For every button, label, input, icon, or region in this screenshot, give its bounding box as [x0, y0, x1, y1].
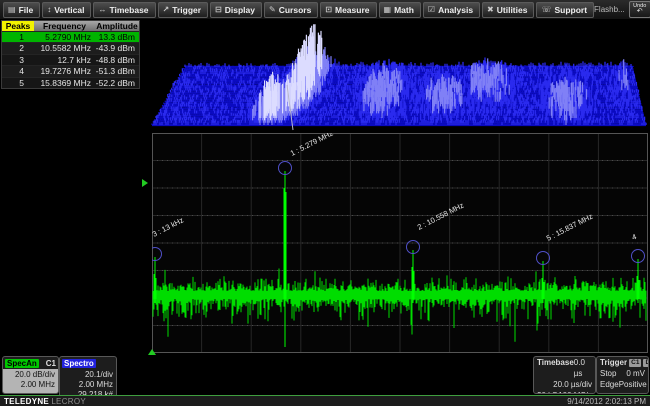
trace-level-marker[interactable]	[142, 179, 148, 187]
menu-label: File	[19, 5, 34, 15]
flashback-label: Flashb...	[594, 5, 625, 14]
menu-label: Analysis	[438, 5, 473, 15]
peak-cell: -51.3 dBm	[95, 66, 139, 76]
trigger-slope: Positive	[619, 379, 647, 390]
status-bar: TELEDYNE LECROY 9/14/2012 2:02:13 PM	[0, 395, 650, 406]
peak-row-2[interactable]: 210.5582 MHz-43.9 dBm	[2, 42, 139, 53]
amplitude-header-cell: Amplitude	[95, 21, 139, 31]
peak-cell: -48.8 dBm	[95, 55, 139, 65]
trigger-type: Edge	[600, 379, 619, 390]
menu-label: Timebase	[109, 5, 148, 15]
peaks-table-header: Peaks Frequency Amplitude	[2, 21, 139, 31]
support-icon: ☏	[541, 5, 551, 14]
peak-row-3[interactable]: 312.7 kHz-48.8 dBm	[2, 54, 139, 65]
peak-cell: 10.5582 MHz	[34, 43, 95, 53]
cursors-icon: ✎	[269, 5, 276, 14]
undo-button[interactable]: Undo ↶	[629, 1, 650, 18]
spectro-scale: 20.1/div	[63, 370, 113, 380]
trigger-source-badge: C1	[629, 359, 641, 367]
menu-timebase[interactable]: ↔Timebase	[93, 2, 155, 18]
spectro-span: 2.00 MHz	[63, 380, 113, 390]
peak-cell: 5	[2, 78, 34, 88]
menu-support[interactable]: ☏Support	[536, 2, 594, 18]
peak-cell: 3	[2, 55, 34, 65]
menu-label: Display	[225, 5, 255, 15]
trigger-mode: Stop	[600, 368, 616, 379]
trigger-box[interactable]: Trigger C1DC Stop 0 mV Edge Positive	[596, 356, 649, 394]
menu-label: Vertical	[54, 5, 84, 15]
menu-bar: ▤File↕Vertical↔Timebase↗Trigger⊟Display✎…	[0, 0, 650, 19]
undo-arrow-icon: ↶	[637, 8, 643, 15]
timebase-samples: 20 kS	[537, 390, 557, 394]
analysis-icon: ☑	[428, 5, 435, 14]
peak-cell: 2	[2, 43, 34, 53]
math-icon: ▦	[384, 5, 392, 14]
menu-right: Flashb... Undo ↶	[594, 1, 650, 18]
specan-label: SpecAn	[5, 359, 39, 368]
menu-math[interactable]: ▦Math	[379, 2, 421, 18]
frequency-header-cell: Frequency	[34, 21, 95, 31]
spectrogram-3d-view[interactable]	[150, 19, 650, 131]
menu-label: Measure	[335, 5, 370, 15]
timebase-icon: ↔	[98, 5, 106, 14]
menu-label: Trigger	[172, 5, 201, 15]
trigger-source-badge: DC	[643, 359, 649, 367]
peak-cell: -52.2 dBm	[95, 78, 139, 88]
timebase-offset: 0.0 µs	[574, 357, 592, 379]
peaks-rows: 15.2790 MHz13.3 dBm210.5582 MHz-43.9 dBm…	[2, 31, 139, 88]
peak-cell: 15.8369 MHz	[34, 78, 95, 88]
trigger-icon: ↗	[163, 5, 170, 14]
menu-label: Math	[394, 5, 414, 15]
specan-channel: C1	[46, 359, 56, 368]
menu-trigger[interactable]: ↗Trigger	[158, 2, 209, 18]
menu-vertical[interactable]: ↕Vertical	[42, 2, 91, 18]
specan-scale: 20.0 dB/div	[6, 370, 55, 380]
peak-cell: 12.7 kHz	[34, 55, 95, 65]
display-icon: ⊟	[215, 5, 222, 14]
timebase-rate: 100 MS/s	[558, 390, 592, 394]
menu-utilities[interactable]: ✖Utilities	[482, 2, 534, 18]
timebase-box[interactable]: Timebase 0.0 µs 20.0 µs/div 20 kS 100 MS…	[533, 356, 596, 394]
peak-cell: 4	[2, 66, 34, 76]
peak-row-5[interactable]: 515.8369 MHz-52.2 dBm	[2, 77, 139, 88]
utilities-icon: ✖	[487, 5, 494, 14]
trigger-badges: C1DC	[627, 357, 649, 368]
peak-row-1[interactable]: 15.2790 MHz13.3 dBm	[2, 31, 139, 42]
peak-cell: -43.9 dBm	[95, 43, 139, 53]
menu-analysis[interactable]: ☑Analysis	[423, 2, 480, 18]
datetime-label: 9/14/2012 2:02:13 PM	[567, 397, 646, 406]
peaks-table: Peaks Frequency Amplitude 15.2790 MHz13.…	[1, 20, 140, 89]
peak-cell: 1	[2, 32, 34, 42]
menu-label: Support	[554, 5, 587, 15]
trigger-position-marker[interactable]	[148, 349, 156, 355]
menu-label: Cursors	[279, 5, 312, 15]
trigger-label: Trigger	[600, 357, 627, 368]
measure-icon: ⊡	[325, 5, 332, 14]
brand-logo: TELEDYNE LECROY	[4, 397, 86, 406]
peak-row-4[interactable]: 419.7276 MHz-51.3 dBm	[2, 65, 139, 76]
menu-measure[interactable]: ⊡Measure	[320, 2, 376, 18]
menu-label: Utilities	[497, 5, 528, 15]
timebase-scale: 20.0 µs/div	[553, 379, 592, 390]
menu-items: ▤File↕Vertical↔Timebase↗Trigger⊟Display✎…	[0, 2, 594, 18]
file-icon: ▤	[8, 5, 16, 14]
peaks-header-cell[interactable]: Peaks	[2, 21, 34, 31]
menu-cursors[interactable]: ✎Cursors	[264, 2, 318, 18]
spectrogram-descriptor-box[interactable]: Spectro 20.1/div 2.00 MHz 29.218 k#	[59, 356, 117, 399]
spectrum-graticule[interactable]: 3 : 13 kHz1 : 5.279 MHz2 : 10.558 MHz5 :…	[152, 133, 648, 353]
trigger-level: 0 mV	[626, 368, 645, 379]
peak-cell: 5.2790 MHz	[34, 32, 95, 42]
peak-cell: 19.7276 MHz	[34, 66, 95, 76]
menu-file[interactable]: ▤File	[3, 2, 40, 18]
specan-span: 2.00 MHz	[6, 380, 55, 390]
peak-cell: 13.3 dBm	[95, 32, 139, 42]
spectro-label: Spectro	[62, 359, 96, 368]
vertical-icon: ↕	[47, 5, 51, 14]
menu-display[interactable]: ⊟Display	[210, 2, 262, 18]
timebase-label: Timebase	[537, 357, 574, 379]
specan-descriptor-box[interactable]: SpecAn C1 20.0 dB/div 2.00 MHz	[2, 356, 59, 394]
